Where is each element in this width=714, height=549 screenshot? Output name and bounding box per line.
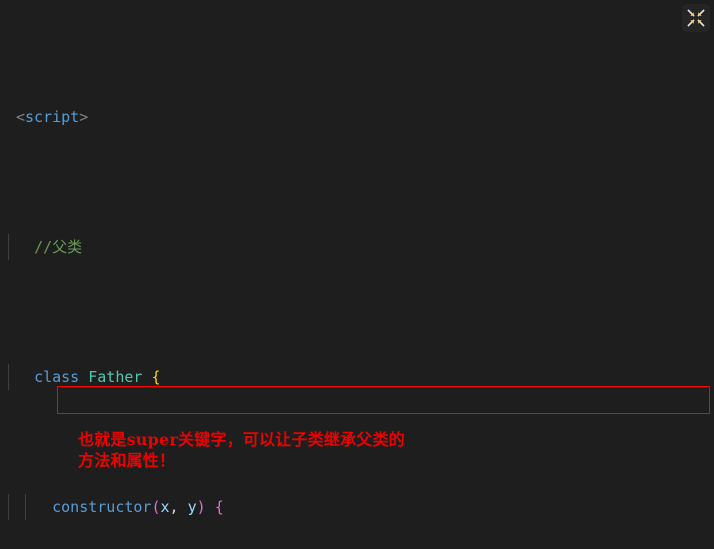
indent-guide bbox=[8, 494, 9, 520]
collapse-arrows-icon bbox=[687, 9, 705, 27]
tag-bracket-close: > bbox=[79, 108, 89, 126]
param-y: y bbox=[187, 498, 197, 516]
code-editor-pane: <script> //父类 class Father { constructor… bbox=[0, 0, 714, 549]
indent-guide bbox=[8, 234, 9, 260]
red-annotation-line-2: 方法和属性！ bbox=[78, 451, 176, 470]
tag-name-script: script bbox=[25, 108, 80, 126]
tag-bracket-open: < bbox=[16, 108, 26, 126]
param-x: x bbox=[160, 498, 170, 516]
brace-open-l1: { bbox=[151, 368, 161, 386]
brace-open-l2: { bbox=[214, 498, 224, 516]
code-line-1: <script> bbox=[0, 104, 714, 130]
paren-open-l2: ( bbox=[151, 498, 161, 516]
code-line-2: //父类 bbox=[0, 234, 714, 260]
indent-guide bbox=[8, 364, 9, 390]
red-annotation-note: 也就是super关键字，可以让子类继承父类的 方法和属性！ bbox=[78, 429, 405, 471]
comma: , bbox=[169, 498, 188, 516]
code-line-4: constructor(x, y) { bbox=[0, 494, 714, 520]
collapse-button[interactable] bbox=[682, 4, 710, 32]
comment-father-class: //父类 bbox=[34, 238, 83, 256]
keyword-class: class bbox=[34, 368, 80, 386]
red-annotation-line-1: 也就是super关键字，可以让子类继承父类的 bbox=[78, 430, 405, 449]
indent-guide bbox=[25, 494, 26, 520]
paren-close-l2: ) bbox=[196, 498, 206, 516]
keyword-constructor: constructor bbox=[52, 498, 152, 516]
type-father: Father bbox=[88, 368, 143, 386]
code-line-3: class Father { bbox=[0, 364, 714, 390]
